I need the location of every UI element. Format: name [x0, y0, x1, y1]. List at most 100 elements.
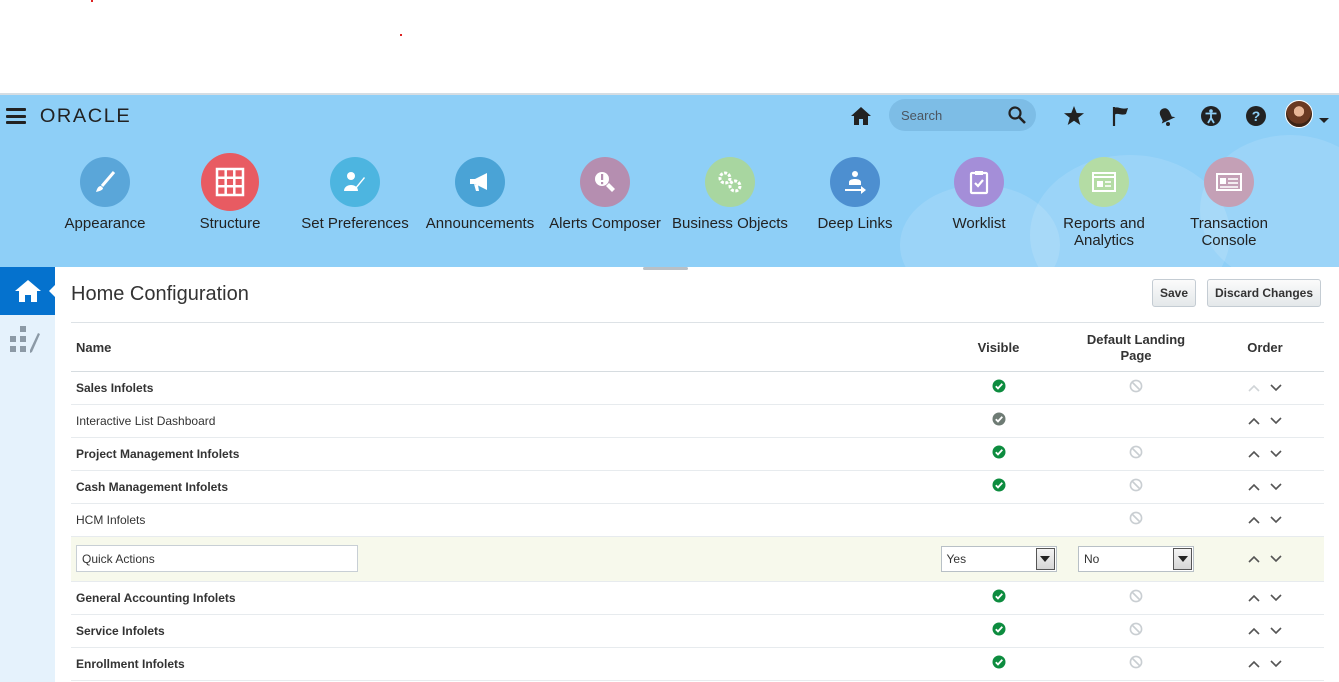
move-up-icon[interactable]	[1243, 480, 1265, 494]
tool-business-objects[interactable]: Business Objects	[670, 157, 790, 232]
divider	[71, 322, 1324, 323]
move-up-icon[interactable]	[1243, 657, 1265, 671]
visible-check-icon	[992, 445, 1006, 462]
move-down-icon[interactable]	[1265, 381, 1287, 395]
tool-transaction-console[interactable]: Transaction Console	[1169, 157, 1289, 249]
discard-changes-button[interactable]: Discard Changes	[1207, 279, 1322, 307]
help-icon[interactable]: ?	[1243, 103, 1269, 129]
save-button[interactable]: Save	[1152, 279, 1197, 307]
accessibility-icon[interactable]	[1198, 103, 1224, 129]
tool-deep-links[interactable]: Deep Links	[795, 157, 915, 232]
chevron-down-icon[interactable]	[1318, 112, 1330, 130]
order-cell	[1206, 536, 1324, 582]
search-icon[interactable]	[1007, 105, 1027, 130]
move-down-icon[interactable]	[1265, 414, 1287, 428]
move-down-icon[interactable]	[1265, 657, 1287, 671]
order-cell	[1206, 614, 1324, 648]
visible-cell	[931, 614, 1066, 648]
not-allowed-icon	[1129, 445, 1143, 462]
table-row[interactable]: Interactive List Dashboard	[71, 404, 1324, 438]
order-cell	[1206, 404, 1324, 438]
row-name: HCM Infolets	[71, 503, 931, 537]
tool-announcements[interactable]: Announcements	[420, 157, 540, 232]
table-row[interactable]: Cash Management Infolets	[71, 470, 1324, 504]
landing-page-cell	[1066, 404, 1206, 438]
not-allowed-icon	[1129, 622, 1143, 639]
move-up-icon[interactable]	[1243, 591, 1265, 605]
landing-page-cell	[1066, 470, 1206, 504]
person-edit-icon	[330, 157, 380, 207]
dropdown-arrow-icon[interactable]	[1035, 547, 1055, 570]
visible-check-icon	[992, 589, 1006, 606]
tool-alerts-composer[interactable]: Alerts Composer	[545, 157, 665, 232]
table-row[interactable]: HCM Infolets	[71, 503, 1324, 537]
visible-check-icon	[992, 412, 1006, 429]
sidebar-item-structure[interactable]	[8, 324, 44, 354]
column-header-name[interactable]: Name	[71, 325, 931, 372]
watchlist-flag-icon[interactable]	[1108, 103, 1134, 129]
tool-structure[interactable]: Structure	[170, 153, 290, 232]
favorites-star-icon[interactable]	[1061, 103, 1087, 129]
tool-worklist[interactable]: Worklist	[919, 157, 1039, 232]
row-name: General Accounting Infolets	[71, 581, 931, 615]
search-input[interactable]	[901, 105, 1001, 125]
move-down-icon[interactable]	[1265, 447, 1287, 461]
artifact-dot	[91, 0, 93, 2]
table-row[interactable]: Service Infolets	[71, 614, 1324, 648]
column-header-default-landing-page[interactable]: Default Landing Page	[1066, 325, 1206, 372]
home-icon[interactable]	[848, 103, 874, 129]
row-name: Enrollment Infolets	[71, 647, 931, 681]
order-cell	[1206, 503, 1324, 537]
order-cell	[1206, 581, 1324, 615]
svg-text:?: ?	[1252, 108, 1261, 124]
table-row[interactable]: Yes No	[71, 536, 1324, 582]
dropdown-arrow-icon[interactable]	[1173, 547, 1192, 570]
move-down-icon[interactable]	[1265, 624, 1287, 638]
move-up-icon[interactable]	[1243, 414, 1265, 428]
user-avatar[interactable]	[1285, 100, 1313, 128]
sidebar-item-home[interactable]	[0, 267, 56, 315]
order-cell	[1206, 647, 1324, 681]
row-name: Sales Infolets	[71, 371, 931, 405]
tool-appearance[interactable]: Appearance	[45, 157, 165, 232]
row-name: Interactive List Dashboard	[71, 404, 931, 438]
visible-check-icon	[992, 655, 1006, 672]
landing-page-select[interactable]: No	[1078, 545, 1194, 572]
visible-cell	[931, 503, 1066, 537]
move-down-icon[interactable]	[1265, 552, 1287, 566]
megaphone-icon	[455, 157, 505, 207]
move-down-icon[interactable]	[1265, 591, 1287, 605]
row-name: Service Infolets	[71, 614, 931, 648]
table-row[interactable]: General Accounting Infolets	[71, 581, 1324, 615]
row-name-input[interactable]	[76, 545, 358, 572]
visible-cell	[931, 371, 1066, 405]
order-cell	[1206, 371, 1324, 405]
visible-cell	[931, 437, 1066, 471]
page-title: Home Configuration	[71, 283, 249, 305]
notifications-bell-icon[interactable]	[1153, 103, 1179, 129]
move-down-icon[interactable]	[1265, 513, 1287, 527]
landing-page-cell	[1066, 503, 1206, 537]
home-configuration-table: Name Visible Default Landing Page Order …	[71, 325, 1324, 681]
move-up-icon[interactable]	[1243, 624, 1265, 638]
table-row[interactable]: Sales Infolets	[71, 371, 1324, 405]
main-content: Home Configuration Save Discard Changes …	[55, 267, 1339, 682]
tool-reports-analytics[interactable]: Reports and Analytics	[1044, 157, 1164, 249]
column-header-order[interactable]: Order	[1206, 325, 1324, 372]
move-down-icon[interactable]	[1265, 480, 1287, 494]
table-row[interactable]: Enrollment Infolets	[71, 647, 1324, 681]
splitter-handle[interactable]	[643, 267, 688, 270]
oracle-logo: ORACLE	[39, 106, 132, 127]
tool-set-preferences[interactable]: Set Preferences	[295, 157, 415, 232]
clipboard-check-icon	[954, 157, 1004, 207]
table-row[interactable]: Project Management Infolets	[71, 437, 1324, 471]
landing-page-cell	[1066, 647, 1206, 681]
navigator-menu-icon[interactable]	[6, 108, 26, 124]
visible-check-icon	[992, 622, 1006, 639]
move-up-icon[interactable]	[1243, 447, 1265, 461]
order-cell	[1206, 437, 1324, 471]
move-up-icon[interactable]	[1243, 513, 1265, 527]
move-up-icon[interactable]	[1243, 552, 1265, 566]
column-header-visible[interactable]: Visible	[931, 325, 1066, 372]
visible-select[interactable]: Yes	[940, 545, 1057, 572]
